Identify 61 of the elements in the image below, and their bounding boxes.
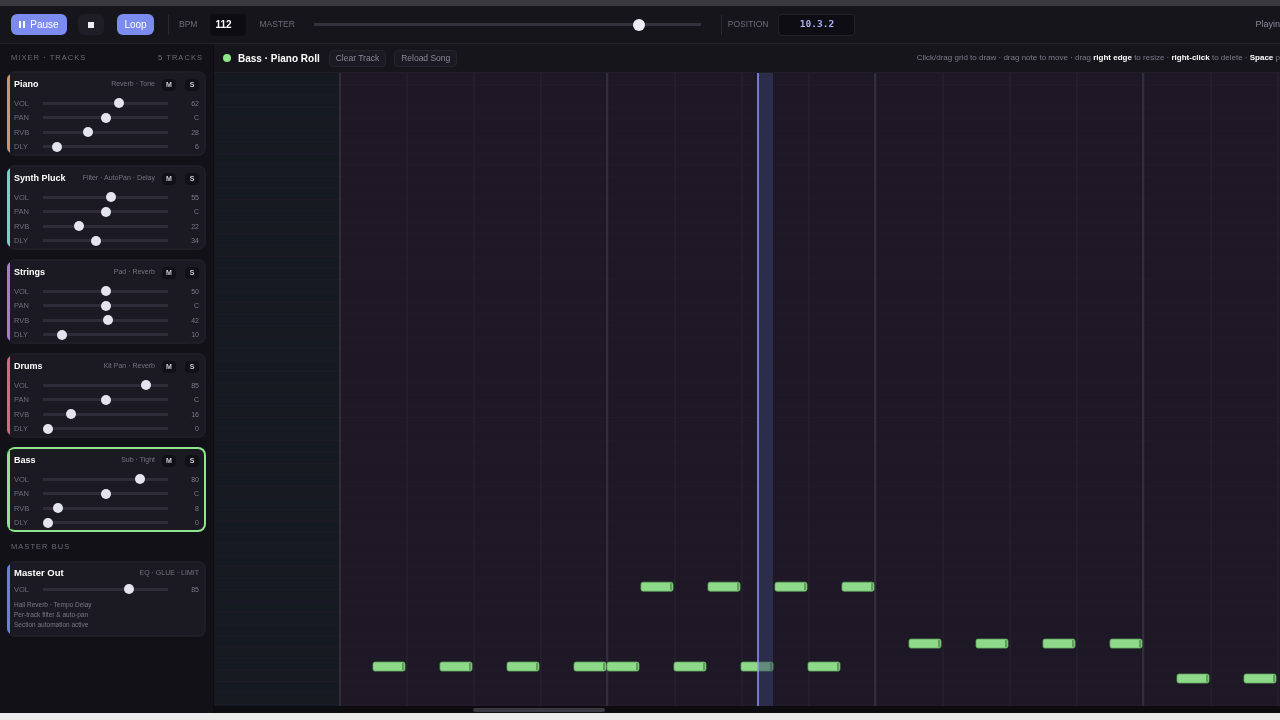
clear-track-button[interactable]: Clear Track bbox=[328, 49, 387, 67]
note-block[interactable] bbox=[1243, 673, 1277, 684]
slider-thumb[interactable] bbox=[123, 584, 134, 595]
note-block[interactable] bbox=[673, 661, 707, 672]
slider-thumb[interactable] bbox=[100, 488, 111, 499]
bpm-label: BPM bbox=[179, 18, 198, 31]
note-block[interactable] bbox=[707, 581, 741, 592]
pause-icon bbox=[19, 21, 26, 28]
slider-thumb[interactable] bbox=[114, 98, 125, 109]
track-name: Drums bbox=[14, 359, 43, 373]
slider-thumb[interactable] bbox=[106, 192, 117, 203]
editor-hint: Click/drag grid to draw · drag note to move · drag right edge to resize · right-click to delete · Space p bbox=[916, 52, 1280, 64]
note-block[interactable] bbox=[372, 661, 406, 672]
slider-thumb[interactable] bbox=[140, 380, 151, 391]
note-block[interactable] bbox=[606, 661, 640, 672]
position-display: 10.3.2 bbox=[778, 13, 856, 36]
slider-thumb[interactable] bbox=[53, 503, 64, 514]
slider-thumb[interactable] bbox=[100, 206, 111, 217]
stop-icon bbox=[88, 21, 94, 28]
master-label: MASTER bbox=[259, 18, 295, 31]
note-block[interactable] bbox=[807, 661, 841, 672]
track-name: Bass bbox=[14, 453, 36, 467]
slider-thumb[interactable] bbox=[56, 329, 67, 340]
slider-thumb[interactable] bbox=[102, 315, 113, 326]
note-block[interactable] bbox=[1109, 638, 1143, 649]
slider-thumb[interactable] bbox=[66, 409, 76, 420]
playback-status: Playin bbox=[1255, 17, 1280, 31]
track-name: Synth Pluck bbox=[14, 171, 66, 185]
slider-thumb[interactable] bbox=[83, 127, 94, 138]
note-block[interactable] bbox=[1042, 638, 1076, 649]
scrollbar-thumb[interactable] bbox=[473, 707, 605, 712]
note-block[interactable] bbox=[908, 638, 942, 649]
note-block[interactable] bbox=[841, 581, 875, 592]
slider-thumb[interactable] bbox=[100, 112, 111, 123]
track-name: Strings bbox=[14, 265, 45, 279]
note-block[interactable] bbox=[506, 661, 540, 672]
slider-thumb[interactable] bbox=[91, 235, 102, 246]
slider-thumb[interactable] bbox=[52, 141, 63, 152]
track-name: Piano bbox=[14, 77, 39, 91]
reload-song-button[interactable]: Reload Song bbox=[394, 49, 458, 67]
slider-thumb[interactable] bbox=[100, 300, 111, 311]
note-block[interactable] bbox=[975, 638, 1009, 649]
note-block[interactable] bbox=[774, 581, 808, 592]
track-name: Master Out bbox=[14, 565, 64, 580]
note-block[interactable] bbox=[573, 661, 607, 672]
playhead[interactable] bbox=[757, 73, 773, 706]
stop-button[interactable] bbox=[78, 14, 104, 35]
slider-thumb[interactable] bbox=[43, 517, 53, 528]
bpm-field[interactable]: 112 bbox=[210, 13, 247, 36]
slider-thumb[interactable] bbox=[135, 474, 145, 485]
position-label: POSITION bbox=[727, 18, 769, 31]
slider-thumb[interactable] bbox=[74, 221, 85, 232]
editor-title: Bass · Piano Roll bbox=[238, 51, 320, 66]
master-volume-thumb[interactable] bbox=[632, 18, 645, 31]
slider-thumb[interactable] bbox=[100, 394, 111, 405]
slider-thumb[interactable] bbox=[100, 286, 111, 297]
note-block[interactable] bbox=[640, 581, 674, 592]
note-block[interactable] bbox=[439, 661, 473, 672]
slider-thumb[interactable] bbox=[43, 423, 53, 434]
note-block[interactable] bbox=[1176, 673, 1210, 684]
note-block[interactable] bbox=[740, 661, 774, 672]
